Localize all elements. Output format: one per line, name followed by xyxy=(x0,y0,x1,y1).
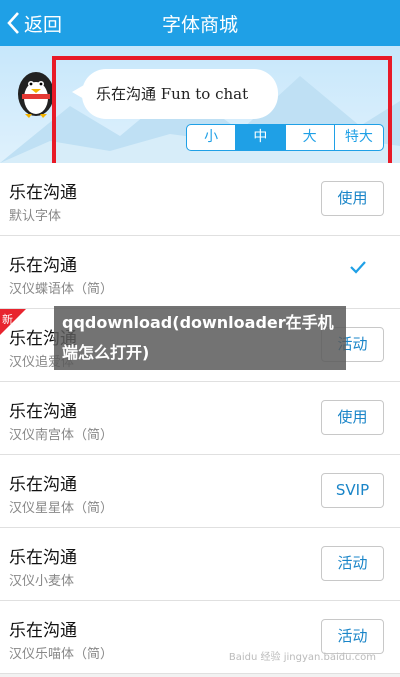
font-row[interactable]: 乐在沟通 汉仪南宫体（简） 使用 xyxy=(0,382,400,455)
font-sample-name: 乐在沟通 xyxy=(9,621,77,641)
use-button[interactable]: 使用 xyxy=(321,181,384,216)
font-row[interactable]: 乐在沟通 汉仪小麦体 活动 xyxy=(0,528,400,601)
caption-overlay: qqdownload(downloader在手机端怎么打开) xyxy=(54,306,346,370)
font-description: 汉仪小麦体 xyxy=(9,574,75,589)
highlight-box xyxy=(52,56,392,170)
font-list: 乐在沟通 默认字体 使用 乐在沟通 汉仪蝶语体（简） 新 乐在沟通 汉仪追爱体 … xyxy=(0,163,400,674)
font-row[interactable]: 乐在沟通 默认字体 使用 xyxy=(0,163,400,236)
font-sample-name: 乐在沟通 xyxy=(9,256,77,276)
font-sample-name: 乐在沟通 xyxy=(9,475,77,495)
font-description: 默认字体 xyxy=(9,209,62,224)
font-row[interactable]: 乐在沟通 汉仪蝶语体（简） xyxy=(0,236,400,309)
svip-button[interactable]: SVIP xyxy=(321,473,384,508)
font-sample-name: 乐在沟通 xyxy=(9,402,77,422)
title-bar: 返回 字体商城 xyxy=(0,0,400,46)
page-title: 字体商城 xyxy=(161,14,238,36)
font-description: 汉仪蝶语体（简） xyxy=(9,282,114,297)
font-description: 汉仪南宫体（简） xyxy=(9,428,114,443)
font-sample-name: 乐在沟通 xyxy=(9,183,77,203)
watermark: Baidu 经验 jingyan.baidu.com xyxy=(228,652,376,663)
font-sample-name: 乐在沟通 xyxy=(9,548,77,568)
activity-button[interactable]: 活动 xyxy=(321,546,384,581)
font-row[interactable]: 乐在沟通 汉仪乐喵体（简） 活动 xyxy=(0,601,400,674)
font-row[interactable]: 乐在沟通 汉仪星星体（简） SVIP xyxy=(0,455,400,528)
use-button[interactable]: 使用 xyxy=(321,400,384,435)
font-description: 汉仪乐喵体（简） xyxy=(9,647,114,662)
font-description: 汉仪星星体（简） xyxy=(9,501,114,516)
checkmark-icon xyxy=(350,261,366,274)
